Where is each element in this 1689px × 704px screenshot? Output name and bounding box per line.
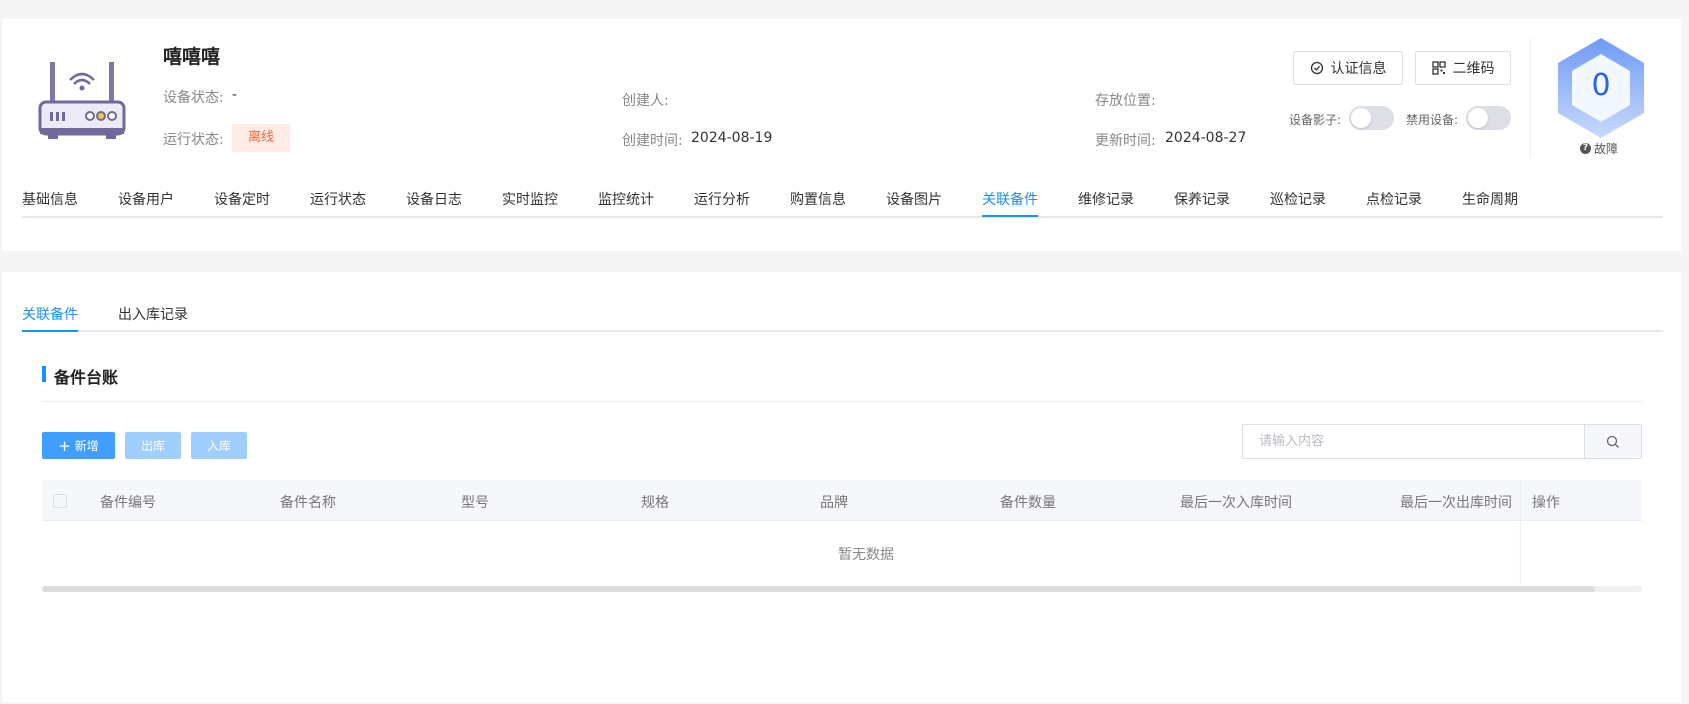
add-button[interactable]: + 新增 [42,432,115,459]
column-last-in-time: 最后一次入库时间 [1180,495,1292,511]
search-button[interactable] [1584,424,1642,459]
search-input[interactable] [1242,424,1585,459]
column-part-code: 备件编号 [100,495,156,511]
tab-device-log[interactable]: 设备日志 [406,189,462,209]
tab-spot-check-records[interactable]: 点检记录 [1366,189,1422,209]
column-last-out-time: 最后一次出库时间 [1400,495,1512,511]
tab-monitor-stats[interactable]: 监控统计 [598,189,654,209]
tab-repair-records[interactable]: 维修记录 [1078,189,1134,209]
header-divider [1530,38,1531,158]
shadow-toggle[interactable] [1349,106,1394,130]
stock-in-label: 入库 [206,439,231,453]
tab-device-timer[interactable]: 设备定时 [214,189,270,209]
creator-label: 创建人: [622,93,669,109]
tab-realtime-monitor[interactable]: 实时监控 [502,189,558,209]
device-status-label: 设备状态: [163,90,224,106]
section-title: 备件台账 [54,368,119,387]
section-divider [42,401,1642,402]
fault-counter[interactable]: 0 [1555,36,1647,140]
tab-basic-info[interactable]: 基础信息 [22,189,78,209]
horizontal-scrollbar[interactable] [42,586,1595,592]
column-actions: 操作 [1532,495,1560,511]
cert-info-button[interactable]: 认证信息 [1293,51,1403,85]
stock-out-button[interactable]: 出库 [125,432,181,459]
fixed-column-edge [1520,480,1521,585]
qrcode-label: 二维码 [1452,61,1495,77]
qrcode-button[interactable]: 二维码 [1415,51,1511,85]
disable-toggle[interactable] [1466,106,1511,130]
created-time-value: 2024-08-19 [691,130,773,146]
plus-icon: + [58,436,71,455]
tab-maintenance-records[interactable]: 保养记录 [1174,189,1230,209]
updated-time-label: 更新时间: [1095,133,1156,149]
tab-related-parts[interactable]: 关联备件 [982,189,1038,217]
check-circle-icon [1310,61,1323,75]
question-icon: ? [1580,143,1591,154]
status-badge: 离线 [232,124,290,152]
sub-tabs: 关联备件 出入库记录 [22,300,1663,332]
stock-in-button[interactable]: 入库 [191,432,247,459]
shadow-toggle-label: 设备影子: [1289,113,1342,127]
location-label: 存放位置: [1095,93,1156,109]
tab-run-status[interactable]: 运行状态 [310,189,366,209]
cert-info-label: 认证信息 [1330,61,1387,77]
created-time-label: 创建时间: [622,133,683,149]
router-icon [38,62,126,139]
tab-patrol-records[interactable]: 巡检记录 [1270,189,1326,209]
subtab-stock-records[interactable]: 出入库记录 [118,304,188,324]
tab-purchase-info[interactable]: 购置信息 [790,189,846,209]
search-icon [1606,435,1619,448]
column-quantity: 备件数量 [1000,495,1056,511]
fault-label[interactable]: ? 故障 [1580,140,1618,157]
qrcode-icon [1431,61,1446,75]
empty-text: 暂无数据 [838,547,894,563]
device-name: 嘻嘻嘻 [163,46,221,68]
tab-run-analysis[interactable]: 运行分析 [694,189,750,209]
fault-count: 0 [1591,68,1611,103]
updated-time-value: 2024-08-27 [1165,130,1247,146]
disable-toggle-label: 禁用设备: [1406,113,1459,127]
column-model: 型号 [461,495,489,511]
tab-device-users[interactable]: 设备用户 [118,189,174,209]
table-header: 备件编号 备件名称 型号 规格 品牌 备件数量 最后一次入库时间 最后一次出库时… [42,480,1642,521]
section-marker [42,366,46,382]
column-part-name: 备件名称 [280,495,336,511]
tab-lifecycle[interactable]: 生命周期 [1462,189,1518,209]
column-spec: 规格 [641,495,669,511]
column-brand: 品牌 [820,495,848,511]
fault-label-text: 故障 [1594,142,1619,156]
stock-out-label: 出库 [140,439,165,453]
main-tabs: 基础信息 设备用户 设备定时 运行状态 设备日志 实时监控 监控统计 运行分析 … [22,186,1663,218]
device-status-value: - [232,87,238,103]
add-label: 新增 [74,439,99,453]
run-status-label: 运行状态: [163,132,224,148]
select-all-checkbox[interactable] [53,494,67,508]
tab-device-images[interactable]: 设备图片 [886,189,942,209]
subtab-related-parts[interactable]: 关联备件 [22,304,78,332]
